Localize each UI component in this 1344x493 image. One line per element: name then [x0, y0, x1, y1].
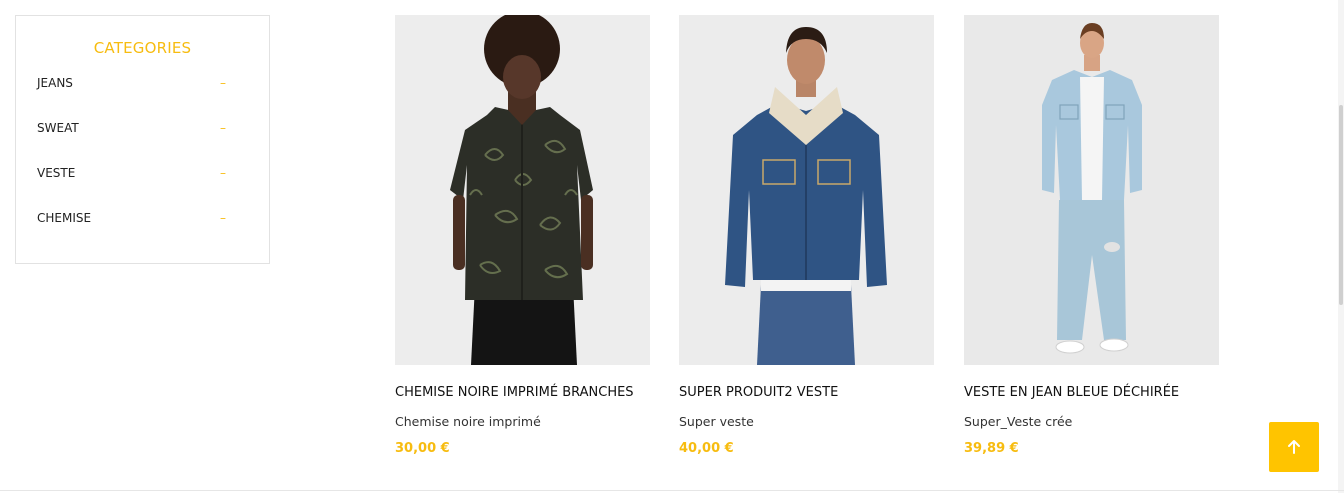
product-name[interactable]: VESTE EN JEAN BLEUE DÉCHIRÉE — [964, 385, 1219, 400]
product-card: CHEMISE NOIRE IMPRIMÉ BRANCHES Chemise n… — [395, 15, 650, 456]
collapse-dash-icon[interactable]: – — [220, 211, 226, 225]
product-card: VESTE EN JEAN BLEUE DÉCHIRÉE Super_Veste… — [964, 15, 1219, 456]
category-item-chemise[interactable]: CHEMISE – — [37, 211, 227, 256]
category-label: SWEAT — [37, 121, 79, 135]
categories-title: CATEGORIES — [93, 39, 192, 57]
product-description: Chemise noire imprimé — [395, 414, 541, 429]
section-divider — [0, 490, 1344, 491]
categories-panel: CATEGORIES JEANS – SWEAT – VESTE – CHEMI… — [15, 15, 270, 264]
collapse-dash-icon[interactable]: – — [220, 166, 226, 180]
collapse-dash-icon[interactable]: – — [220, 121, 226, 135]
man-light-denim-jacket-image — [964, 15, 1219, 365]
category-label: CHEMISE — [37, 211, 92, 225]
category-item-jeans[interactable]: JEANS – — [37, 76, 227, 121]
man-black-shirt-image — [395, 15, 650, 365]
category-label: VESTE — [37, 166, 76, 180]
product-image[interactable] — [964, 15, 1219, 365]
product-name[interactable]: CHEMISE NOIRE IMPRIMÉ BRANCHES — [395, 385, 650, 400]
product-name[interactable]: SUPER PRODUIT2 VESTE — [679, 385, 934, 400]
arrow-up-icon — [1288, 440, 1300, 454]
collapse-dash-icon[interactable]: – — [220, 76, 226, 90]
category-item-veste[interactable]: VESTE – — [37, 166, 227, 211]
category-list: JEANS – SWEAT – VESTE – CHEMISE – — [37, 76, 227, 256]
scroll-to-top-button[interactable] — [1269, 422, 1319, 472]
product-card: SUPER PRODUIT2 VESTE Super veste 40,00 € — [679, 15, 934, 456]
product-description: Super veste — [679, 414, 754, 429]
product-image[interactable] — [395, 15, 650, 365]
page-scrollbar[interactable] — [1338, 0, 1344, 493]
product-image[interactable] — [679, 15, 934, 365]
man-denim-jacket-image — [679, 15, 934, 365]
product-description: Super_Veste crée — [964, 414, 1073, 429]
category-label: JEANS — [37, 76, 73, 90]
category-item-sweat[interactable]: SWEAT – — [37, 121, 227, 166]
product-price: 39,89 € — [964, 441, 1019, 456]
product-price: 40,00 € — [679, 441, 734, 456]
product-price: 30,00 € — [395, 441, 450, 456]
scrollbar-thumb[interactable] — [1339, 105, 1343, 305]
